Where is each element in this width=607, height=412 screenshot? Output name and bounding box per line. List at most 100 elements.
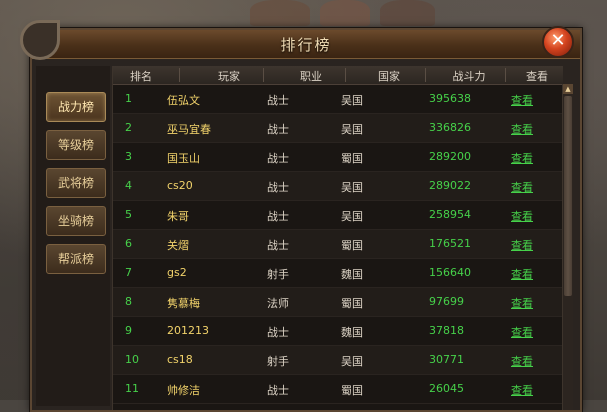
header-power: 战斗力 [452, 70, 486, 83]
view-player-link[interactable]: 查看 [511, 353, 533, 369]
player-name-cell: 关熠 [167, 239, 189, 252]
job-cell: 战士 [267, 152, 289, 165]
header-divider [425, 68, 426, 82]
job-cell: 战士 [267, 94, 289, 107]
table-row[interactable]: 4 cs20 战士 吴国 289022 查看 [113, 172, 563, 201]
job-cell: 法师 [267, 297, 289, 310]
header-job: 职业 [300, 70, 322, 83]
background-warrior-figure [320, 0, 370, 26]
ranking-tabs-sidebar: 战力榜 等级榜 武将榜 坐骑榜 帮派榜 [36, 66, 110, 406]
power-cell: 289200 [429, 150, 471, 163]
player-name-cell: cs20 [167, 179, 193, 192]
header-view: 查看 [526, 70, 548, 83]
power-cell: 395638 [429, 92, 471, 105]
view-player-link[interactable]: 查看 [511, 179, 533, 195]
view-player-link[interactable]: 查看 [511, 324, 533, 340]
player-name-cell: 帅修洁 [167, 384, 200, 397]
header-rank: 排名 [130, 70, 152, 83]
job-cell: 战士 [267, 239, 289, 252]
window-titlebar[interactable]: 排行榜 ✕ [20, 20, 580, 60]
window-title: 排行榜 [280, 36, 332, 54]
tab-mount-ranking[interactable]: 坐骑榜 [46, 206, 106, 236]
player-name-cell: 隽慕梅 [167, 297, 200, 310]
job-cell: 战士 [267, 123, 289, 136]
header-divider [345, 68, 346, 82]
job-cell: 战士 [267, 384, 289, 397]
player-name-cell: cs18 [167, 353, 193, 366]
power-cell: 30771 [429, 353, 464, 366]
table-row[interactable]: 8 隽慕梅 法师 蜀国 97699 查看 [113, 288, 563, 317]
country-cell: 吴国 [341, 94, 363, 107]
country-cell: 蜀国 [341, 152, 363, 165]
view-player-link[interactable]: 查看 [511, 150, 533, 166]
power-cell: 156640 [429, 266, 471, 279]
country-cell: 魏国 [341, 326, 363, 339]
scroll-thumb[interactable] [564, 96, 572, 296]
view-player-link[interactable]: 查看 [511, 208, 533, 224]
table-row[interactable]: 5 朱哥 战士 吴国 258954 查看 [113, 201, 563, 230]
rank-cell: 4 [125, 179, 132, 192]
view-player-link[interactable]: 查看 [511, 237, 533, 253]
country-cell: 吴国 [341, 123, 363, 136]
player-name-cell: 朱哥 [167, 210, 189, 223]
power-cell: 26045 [429, 382, 464, 395]
country-cell: 蜀国 [341, 384, 363, 397]
view-player-link[interactable]: 查看 [511, 121, 533, 137]
view-player-link[interactable]: 查看 [511, 92, 533, 108]
rank-cell: 8 [125, 295, 132, 308]
table-row[interactable]: 3 国玉山 战士 蜀国 289200 查看 [113, 143, 563, 172]
power-cell: 336826 [429, 121, 471, 134]
player-name-cell: 巫马宜春 [167, 123, 211, 136]
background-warrior-figure [380, 0, 435, 26]
rank-cell: 9 [125, 324, 132, 337]
table-scrollbar[interactable]: ▲ [562, 84, 573, 410]
tab-level-ranking[interactable]: 等级榜 [46, 130, 106, 160]
rank-cell: 3 [125, 150, 132, 163]
view-player-link[interactable]: 查看 [511, 382, 533, 398]
player-name-cell: 伍弘文 [167, 94, 200, 107]
rank-cell: 1 [125, 92, 132, 105]
table-header: 排名 玩家 职业 国家 战斗力 查看 [113, 66, 563, 85]
table-row[interactable]: 9 201213 战士 魏国 37818 查看 [113, 317, 563, 346]
leaderboard-window: 排行榜 ✕ 战力榜 等级榜 武将榜 坐骑榜 帮派榜 排名 玩家 职业 国家 战斗… [20, 20, 582, 412]
power-cell: 258954 [429, 208, 471, 221]
job-cell: 射手 [267, 355, 289, 368]
close-button[interactable]: ✕ [542, 26, 574, 58]
table-row[interactable]: 1 伍弘文 战士 吴国 395638 查看 [113, 85, 563, 114]
country-cell: 吴国 [341, 210, 363, 223]
table-row[interactable]: 6 关熠 战士 蜀国 176521 查看 [113, 230, 563, 259]
ranking-table: 排名 玩家 职业 国家 战斗力 查看 1 伍弘文 战士 吴国 395638 查看 2 巫马宜春… [112, 66, 563, 410]
rank-cell: 6 [125, 237, 132, 250]
header-divider [505, 68, 506, 82]
power-cell: 289022 [429, 179, 471, 192]
player-name-cell: gs2 [167, 266, 187, 279]
power-cell: 176521 [429, 237, 471, 250]
rank-cell: 7 [125, 266, 132, 279]
scroll-up-arrow-icon[interactable]: ▲ [563, 84, 573, 94]
job-cell: 战士 [267, 326, 289, 339]
tab-power-ranking[interactable]: 战力榜 [46, 92, 106, 122]
job-cell: 战士 [267, 181, 289, 194]
country-cell: 蜀国 [341, 297, 363, 310]
header-divider [179, 68, 180, 82]
rank-cell: 2 [125, 121, 132, 134]
header-country: 国家 [378, 70, 400, 83]
player-name-cell: 国玉山 [167, 152, 200, 165]
player-name-cell: 201213 [167, 324, 209, 337]
table-row[interactable]: 2 巫马宜春 战士 吴国 336826 查看 [113, 114, 563, 143]
header-player: 玩家 [218, 70, 240, 83]
country-cell: 吴国 [341, 181, 363, 194]
job-cell: 战士 [267, 210, 289, 223]
country-cell: 蜀国 [341, 239, 363, 252]
table-row[interactable]: 10 cs18 射手 吴国 30771 查看 [113, 346, 563, 375]
table-row[interactable]: 7 gs2 射手 魏国 156640 查看 [113, 259, 563, 288]
rank-cell: 5 [125, 208, 132, 221]
tab-general-ranking[interactable]: 武将榜 [46, 168, 106, 198]
country-cell: 吴国 [341, 355, 363, 368]
view-player-link[interactable]: 查看 [511, 295, 533, 311]
tab-guild-ranking[interactable]: 帮派榜 [46, 244, 106, 274]
rank-cell: 10 [125, 353, 139, 366]
view-player-link[interactable]: 查看 [511, 266, 533, 282]
country-cell: 魏国 [341, 268, 363, 281]
power-cell: 37818 [429, 324, 464, 337]
